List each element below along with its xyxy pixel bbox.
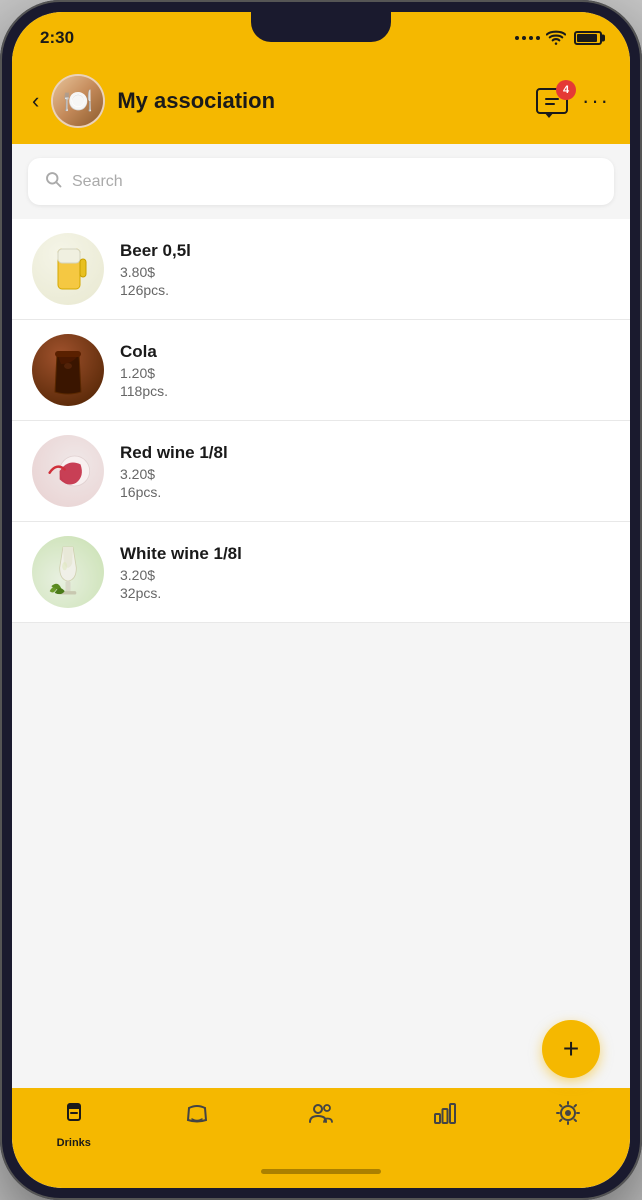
item-name: Beer 0,5l (120, 241, 610, 261)
phone-frame: 2:30 (0, 0, 642, 1200)
battery-icon (574, 31, 602, 45)
item-name: White wine 1/8l (120, 544, 610, 564)
item-name: Red wine 1/8l (120, 443, 610, 463)
item-image-redwine (32, 435, 104, 507)
food-icon (184, 1100, 210, 1133)
nav-item-members[interactable] (291, 1100, 351, 1133)
msg-line-2 (545, 103, 555, 105)
dot3 (529, 36, 533, 40)
list-item[interactable]: White wine 1/8l 3.20$ 32pcs. (12, 522, 630, 623)
page-title: My association (117, 88, 524, 114)
item-qty: 32pcs. (120, 585, 610, 601)
dot4 (536, 36, 540, 40)
add-button[interactable]: + (542, 1020, 600, 1078)
item-info-redwine: Red wine 1/8l 3.20$ 16pcs. (120, 443, 610, 500)
dot2 (522, 36, 526, 40)
header-actions: 4 ··· (536, 88, 610, 114)
search-icon (44, 170, 62, 193)
battery-fill (577, 34, 597, 42)
nav-item-settings[interactable] (538, 1100, 598, 1133)
avatar[interactable] (51, 74, 105, 128)
dot1 (515, 36, 519, 40)
item-qty: 126pcs. (120, 282, 610, 298)
settings-icon (555, 1100, 581, 1133)
signal-dots (515, 36, 540, 40)
item-price: 1.20$ (120, 365, 610, 381)
phone-screen: 2:30 (12, 12, 630, 1188)
item-qty: 118pcs. (120, 383, 610, 399)
item-image-whitewine (32, 536, 104, 608)
notch (251, 12, 391, 42)
item-price: 3.20$ (120, 466, 610, 482)
search-box[interactable]: Search (28, 158, 614, 205)
list-item[interactable]: Red wine 1/8l 3.20$ 16pcs. (12, 421, 630, 522)
content-area: Search Beer 0,5l 3.80$ (12, 144, 630, 1098)
stats-icon (432, 1100, 458, 1133)
notification-badge: 4 (556, 80, 576, 100)
item-info-beer: Beer 0,5l 3.80$ 126pcs. (120, 241, 610, 298)
members-icon (308, 1100, 334, 1133)
search-container: Search (12, 144, 630, 219)
more-options-button[interactable]: ··· (582, 88, 610, 114)
avatar-image (53, 76, 103, 126)
wifi-icon (546, 29, 566, 48)
list-item[interactable]: Beer 0,5l 3.80$ 126pcs. (12, 219, 630, 320)
item-info-cola: Cola 1.20$ 118pcs. (120, 342, 610, 399)
item-price: 3.20$ (120, 567, 610, 583)
item-name: Cola (120, 342, 610, 362)
message-lines (545, 98, 559, 105)
nav-item-stats[interactable] (415, 1100, 475, 1133)
msg-line-1 (545, 98, 559, 100)
nav-item-food[interactable] (167, 1100, 227, 1133)
app-header: ‹ My association 4 ··· (12, 64, 630, 144)
list-item[interactable]: Cola 1.20$ 118pcs. (12, 320, 630, 421)
home-indicator (261, 1169, 381, 1174)
item-qty: 16pcs. (120, 484, 610, 500)
nav-item-drinks[interactable]: Drinks (44, 1100, 104, 1149)
search-placeholder: Search (72, 173, 123, 191)
item-image-cola (32, 334, 104, 406)
item-list: Beer 0,5l 3.80$ 126pcs. (12, 219, 630, 623)
back-button[interactable]: ‹ (32, 88, 39, 114)
drinks-label: Drinks (57, 1137, 91, 1149)
item-info-whitewine: White wine 1/8l 3.20$ 32pcs. (120, 544, 610, 601)
item-image-beer (32, 233, 104, 305)
drinks-icon (61, 1100, 87, 1133)
status-icons (515, 29, 602, 48)
item-price: 3.80$ (120, 264, 610, 280)
status-time: 2:30 (40, 28, 74, 48)
messages-button[interactable]: 4 (536, 88, 568, 114)
